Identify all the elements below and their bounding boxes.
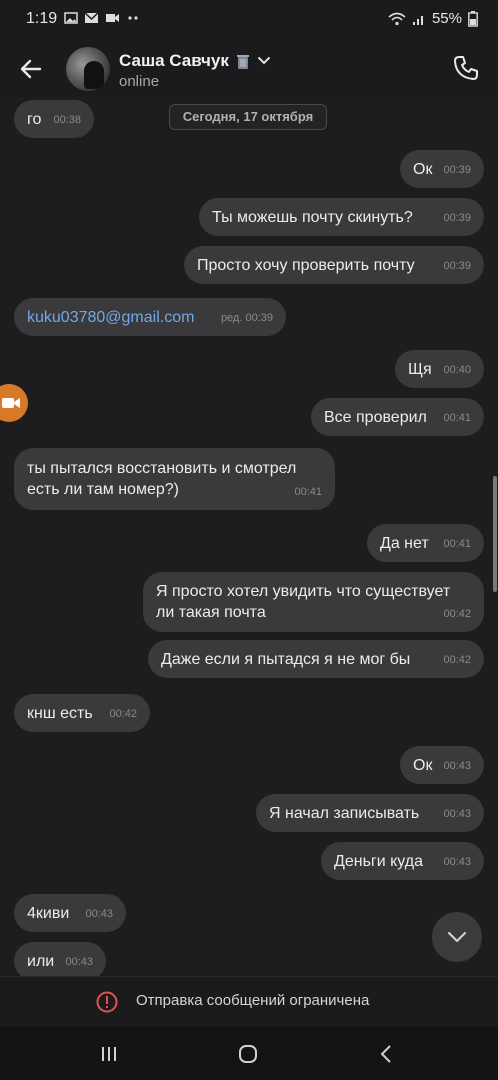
message-outgoing[interactable]: Деньги куда 00:43 xyxy=(321,842,484,880)
message-incoming[interactable]: или 00:43 xyxy=(14,942,106,976)
chat-header: Саша Савчук online xyxy=(0,38,498,98)
message-text: Да нет xyxy=(380,535,429,552)
recent-apps-icon[interactable] xyxy=(96,1041,122,1067)
status-time: 1:19 xyxy=(26,10,58,27)
message-time: 00:41 xyxy=(443,538,471,550)
message-text: Даже если я пытадся я не мог бы xyxy=(161,651,411,668)
avatar[interactable] xyxy=(66,47,110,91)
scrollbar[interactable] xyxy=(493,476,497,592)
message-time: ред. 00:39 xyxy=(220,312,273,324)
message-time: 00:42 xyxy=(443,654,471,666)
contact-name: Саша Савчук xyxy=(119,51,229,70)
message-time: 00:39 xyxy=(443,212,471,224)
battery-icon xyxy=(468,10,478,27)
signal-icon xyxy=(412,15,423,25)
video-icon xyxy=(106,14,119,22)
message-time: 00:41 xyxy=(294,486,322,498)
message-text: 4киви xyxy=(27,905,70,922)
wifi-icon xyxy=(388,12,406,25)
message-outgoing[interactable]: Ок 00:43 xyxy=(400,746,484,784)
message-outgoing[interactable]: Я просто хотел увидить что существует ли… xyxy=(143,572,484,632)
chevron-down-icon xyxy=(447,931,467,943)
trash-bin-icon xyxy=(236,55,249,69)
system-nav-bar xyxy=(0,1027,498,1080)
date-divider: Сегодня, 17 октября xyxy=(169,104,327,130)
message-text: Щя xyxy=(408,361,432,378)
video-call-floating-button[interactable] xyxy=(0,384,28,422)
message-text: Ок xyxy=(413,757,433,774)
video-camera-icon xyxy=(2,398,20,408)
message-time: 00:42 xyxy=(109,708,137,720)
message-time: 00:43 xyxy=(443,760,471,772)
phone-call-icon[interactable] xyxy=(452,54,480,82)
message-list[interactable]: Сегодня, 17 октября го 00:38 Ок 00:39 Ты… xyxy=(0,98,498,976)
message-text: го xyxy=(27,111,42,128)
message-outgoing[interactable]: Я начал записывать 00:43 xyxy=(256,794,484,832)
message-incoming[interactable]: kuku03780@gmail.com ред. 00:39 xyxy=(14,298,286,336)
contact-name-row[interactable]: Саша Савчук xyxy=(119,51,271,71)
message-time: 00:39 xyxy=(443,260,471,272)
home-icon[interactable] xyxy=(235,1041,261,1067)
gallery-icon xyxy=(64,12,78,24)
message-incoming[interactable]: ты пытался восстановить и смотрел есть л… xyxy=(14,448,335,510)
message-text-line: Я просто хотел увидить что существует xyxy=(156,583,451,600)
message-text: Просто хочу проверить почту xyxy=(197,257,415,274)
chevron-down-icon[interactable] xyxy=(257,56,271,66)
message-text: Все проверил xyxy=(324,409,427,426)
message-time: 00:42 xyxy=(443,608,471,620)
message-text: Деньги куда xyxy=(334,853,424,870)
email-link[interactable]: kuku03780@gmail.com xyxy=(27,309,194,326)
message-time: 00:43 xyxy=(443,856,471,868)
status-bar: 1:19 55% xyxy=(0,0,498,38)
message-time: 00:43 xyxy=(65,956,93,968)
message-time: 00:40 xyxy=(443,364,471,376)
message-text: Я начал записывать xyxy=(269,805,420,822)
scroll-to-bottom-button[interactable] xyxy=(432,912,482,962)
message-outgoing[interactable]: Ок 00:39 xyxy=(400,150,484,188)
message-time: 00:41 xyxy=(443,412,471,424)
message-outgoing[interactable]: Даже если я пытадся я не мог бы 00:42 xyxy=(148,640,484,678)
message-outgoing[interactable]: Да нет 00:41 xyxy=(367,524,484,562)
back-icon[interactable] xyxy=(374,1041,400,1067)
mail-icon xyxy=(84,12,99,23)
warning-icon xyxy=(96,991,118,1013)
message-outgoing[interactable]: Просто хочу проверить почту 00:39 xyxy=(184,246,484,284)
message-text: Ты можешь почту скинуть? xyxy=(212,209,413,226)
message-time: 00:38 xyxy=(53,114,81,126)
message-incoming[interactable]: 4киви 00:43 xyxy=(14,894,126,932)
message-outgoing[interactable]: Все проверил 00:41 xyxy=(311,398,484,436)
more-dots-icon xyxy=(128,16,138,20)
message-outgoing[interactable]: Щя 00:40 xyxy=(395,350,484,388)
message-incoming[interactable]: кнш есть 00:42 xyxy=(14,694,150,732)
message-outgoing[interactable]: Ты можешь почту скинуть? 00:39 xyxy=(199,198,484,236)
restricted-banner: Отправка сообщений ограничена xyxy=(0,976,498,1027)
message-text-line: есть ли там номер?) xyxy=(27,481,179,498)
message-time: 00:39 xyxy=(443,164,471,176)
contact-status: online xyxy=(119,73,160,90)
message-time: 00:43 xyxy=(443,808,471,820)
message-text: Ок xyxy=(413,161,433,178)
message-text: кнш есть xyxy=(27,705,93,722)
message-time: 00:43 xyxy=(85,908,113,920)
restricted-text: Отправка сообщений ограничена xyxy=(136,992,370,1009)
battery-percent: 55% xyxy=(431,10,462,27)
back-arrow-icon[interactable] xyxy=(18,56,44,82)
message-text-line: ли такая почта xyxy=(156,604,266,621)
message-text: или xyxy=(27,953,55,970)
message-text-line: ты пытался восстановить и смотрел xyxy=(27,460,297,477)
message-incoming[interactable]: го 00:38 xyxy=(14,100,94,138)
